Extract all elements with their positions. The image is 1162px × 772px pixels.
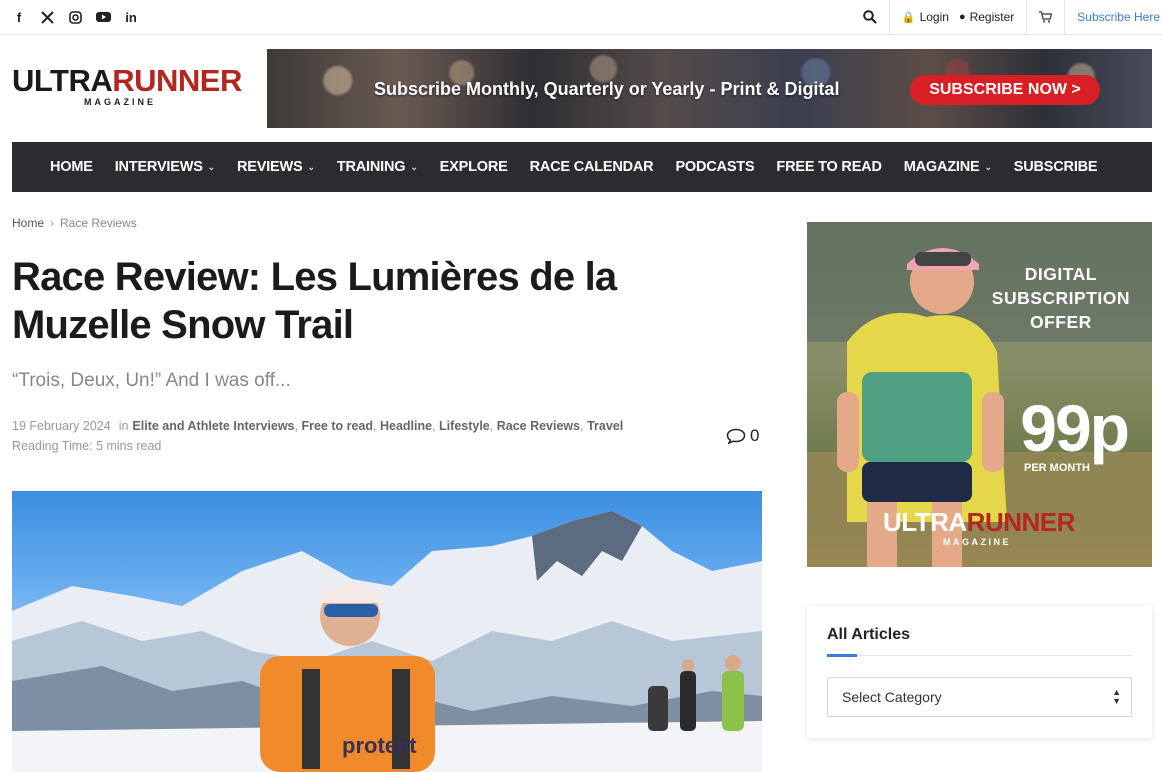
breadcrumb: Home › Race Reviews bbox=[12, 216, 137, 230]
cart-button[interactable] bbox=[1026, 0, 1064, 34]
widget-title: All Articles bbox=[827, 626, 910, 643]
nav-item-label: PODCASTS bbox=[675, 159, 755, 175]
logo-word-ultra: ULTRA bbox=[12, 63, 113, 98]
nav-item-label: REVIEWS bbox=[237, 159, 303, 175]
login-label: Login bbox=[919, 10, 949, 24]
category-separator: , bbox=[489, 419, 497, 433]
ad-line-3: OFFER bbox=[1029, 312, 1092, 332]
ad-logo-runner: RUNNER bbox=[966, 507, 1076, 537]
subscribe-banner[interactable]: Subscribe Monthly, Quarterly or Yearly -… bbox=[267, 49, 1152, 128]
nav-item-home[interactable]: HOME bbox=[50, 159, 93, 175]
category-separator: , bbox=[373, 419, 380, 433]
ad-logo: ULTRARUNNER bbox=[883, 507, 1075, 538]
select-arrows-icon: ▲ ▼ bbox=[1112, 687, 1121, 706]
nav-item-label: RACE CALENDAR bbox=[529, 159, 654, 175]
category-link[interactable]: Lifestyle bbox=[439, 419, 490, 433]
ad-line-1: DIGITAL bbox=[1024, 264, 1097, 284]
ad-per-month: PER MONTH bbox=[1024, 462, 1090, 474]
category-link[interactable]: Race Reviews bbox=[497, 419, 580, 433]
main-nav: HOME INTERVIEWS ⌄ REVIEWS ⌄ TRAINING ⌄ EXPLORE R… bbox=[12, 142, 1152, 192]
account-area: 🔒 Login ● Register Subscribe Here bbox=[851, 0, 1162, 34]
nav-item-interviews[interactable]: INTERVIEWS ⌄ bbox=[114, 159, 216, 175]
breadcrumb-current[interactable]: Race Reviews bbox=[60, 216, 137, 230]
nav-item-explore[interactable]: EXPLORE bbox=[440, 159, 508, 175]
nav-item-label: EXPLORE bbox=[439, 159, 508, 175]
nav-item-subscribe[interactable]: SUBSCRIBE bbox=[1014, 159, 1098, 175]
register-label[interactable]: Register bbox=[970, 10, 1015, 24]
breadcrumb-separator-icon: › bbox=[50, 216, 55, 230]
ad-logo-subtitle: MAGAZINE bbox=[943, 537, 1011, 547]
user-icon: ● bbox=[958, 11, 966, 23]
article-meta: 19 February 2024 in Elite and Athlete Inte… bbox=[12, 419, 692, 453]
comments-link[interactable]: 0 bbox=[726, 426, 759, 446]
nav-item-race-calendar[interactable]: RACE CALENDAR bbox=[530, 159, 654, 175]
ad-price: 99p bbox=[1020, 391, 1130, 465]
article-date[interactable]: 19 February 2024 bbox=[12, 419, 111, 433]
site-logo[interactable]: ULTRARUNNER MAGAZINE bbox=[12, 63, 242, 107]
svg-text:proteet: proteet bbox=[342, 733, 417, 758]
x-icon[interactable] bbox=[39, 9, 55, 25]
nav-item-label: SUBSCRIBE bbox=[1013, 159, 1098, 175]
category-link[interactable]: Elite and Athlete Interviews bbox=[132, 419, 294, 433]
nav-item-training[interactable]: TRAINING ⌄ bbox=[337, 159, 418, 175]
category-link[interactable]: Travel bbox=[587, 419, 623, 433]
nav-item-free-to-read[interactable]: FREE TO READ bbox=[776, 159, 881, 175]
cart-icon bbox=[1039, 11, 1053, 23]
chevron-down-icon: ⌄ bbox=[207, 161, 216, 172]
banner-text: Subscribe Monthly, Quarterly or Yearly -… bbox=[374, 79, 840, 99]
logo-subtitle: MAGAZINE bbox=[84, 97, 156, 107]
subscribe-link[interactable]: Subscribe Here bbox=[1064, 0, 1162, 34]
youtube-icon[interactable] bbox=[95, 9, 111, 25]
digital-subscription-ad[interactable]: DIGITAL SUBSCRIPTION OFFER 99p PER MONTH… bbox=[807, 222, 1152, 567]
nav-item-label: TRAINING bbox=[336, 159, 406, 175]
category-select-value: Select Category bbox=[842, 689, 942, 705]
reading-time: Reading Time: 5 mins read bbox=[12, 439, 162, 453]
facebook-icon[interactable]: f bbox=[11, 9, 27, 25]
chevron-down-icon: ⌄ bbox=[984, 161, 992, 172]
nav-item-label: FREE TO READ bbox=[776, 159, 882, 175]
ad-line-2: SUBSCRIPTION bbox=[991, 288, 1130, 308]
widget-divider bbox=[827, 655, 1132, 656]
article-subtitle: “Trois, Deux, Un!” And I was off... bbox=[12, 370, 291, 391]
article-title: Race Review: Les Lumières de la Muzelle … bbox=[12, 255, 617, 347]
top-bar: f in 🔒 Login ● Register Subscribe Here bbox=[0, 0, 1162, 35]
login-link[interactable]: 🔒 Login ● Register bbox=[888, 0, 1026, 34]
linkedin-icon[interactable]: in bbox=[123, 9, 139, 25]
social-links: f in bbox=[0, 9, 139, 25]
nav-item-reviews[interactable]: REVIEWS ⌄ bbox=[237, 159, 315, 175]
chevron-down-icon: ⌄ bbox=[410, 161, 418, 172]
ad-offer-text: DIGITAL SUBSCRIPTION OFFER bbox=[992, 262, 1130, 334]
comment-count: 0 bbox=[750, 426, 760, 445]
lock-icon: 🔒 bbox=[901, 11, 916, 24]
nav-item-podcasts[interactable]: PODCASTS bbox=[675, 159, 754, 175]
category-separator: , bbox=[432, 419, 440, 433]
nav-item-label: INTERVIEWS bbox=[114, 159, 203, 175]
chevron-down-icon: ⌄ bbox=[307, 161, 316, 172]
featured-image: proteet bbox=[12, 491, 762, 772]
subscribe-now-button[interactable]: SUBSCRIBE NOW > bbox=[910, 75, 1100, 105]
search-button[interactable] bbox=[851, 0, 889, 34]
instagram-icon[interactable] bbox=[67, 9, 83, 25]
in-label: in bbox=[118, 419, 129, 433]
breadcrumb-home[interactable]: Home bbox=[12, 216, 44, 230]
mountain-photo: proteet bbox=[12, 511, 762, 772]
category-link[interactable]: Free to read bbox=[301, 419, 373, 433]
search-icon bbox=[863, 10, 877, 24]
all-articles-widget: All Articles Select Category ▲ ▼ bbox=[807, 606, 1152, 738]
nav-item-label: HOME bbox=[50, 159, 93, 175]
nav-item-magazine[interactable]: MAGAZINE ⌄ bbox=[904, 159, 992, 175]
nav-item-label: MAGAZINE bbox=[903, 159, 980, 175]
logo-word-runner: RUNNER bbox=[112, 63, 242, 98]
ad-logo-ultra: ULTRA bbox=[883, 507, 967, 537]
category-link[interactable]: Headline bbox=[380, 419, 432, 433]
widget-accent-bar bbox=[827, 654, 857, 657]
category-list: Elite and Athlete Interviews, Free to re… bbox=[132, 419, 623, 433]
category-select[interactable]: Select Category ▲ ▼ bbox=[827, 677, 1132, 717]
comment-icon bbox=[726, 428, 746, 444]
